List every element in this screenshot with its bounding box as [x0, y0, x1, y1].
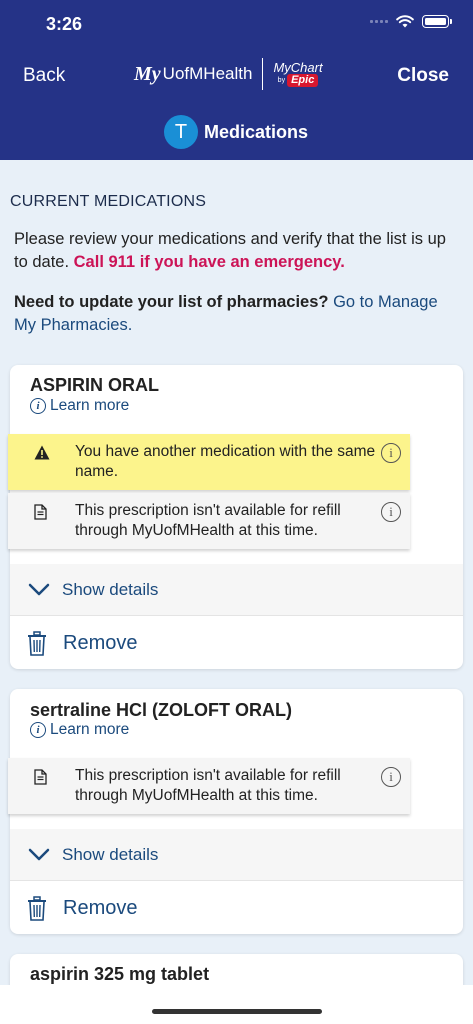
learn-more-link[interactable]: i Learn more: [30, 397, 129, 415]
refill-note: This prescription isn't available for re…: [8, 758, 410, 814]
note-text: This prescription isn't available for re…: [75, 502, 341, 539]
brand-my: My: [134, 62, 161, 85]
brand-name: UofMHealth: [162, 64, 253, 83]
medication-card: ASPIRIN ORAL i Learn more You have anoth…: [8, 365, 463, 669]
medication-name: ASPIRIN ORAL: [30, 375, 160, 395]
pharmacy-question: Need to update your list of pharmacies?: [14, 293, 329, 311]
remove-button[interactable]: Remove: [10, 882, 463, 934]
mychart-label: MyChart: [273, 60, 323, 75]
learn-more-link[interactable]: i Learn more: [30, 721, 129, 739]
remove-label: Remove: [63, 896, 138, 919]
page-title-group[interactable]: T Medications: [164, 115, 308, 149]
show-details-label: Show details: [62, 579, 159, 599]
mychart-logo: MyChart by Epic: [273, 60, 323, 87]
cellular-signal-icon: [370, 20, 388, 23]
duplicate-warning: You have another medication with the sam…: [8, 434, 410, 490]
emergency-text: Call 911 if you have an emergency.: [73, 253, 345, 271]
brand-divider: [262, 58, 264, 90]
note-text: This prescription isn't available for re…: [75, 767, 341, 804]
app-header: 3:26 Back My UofMHealth MyChart by Epic …: [0, 0, 473, 160]
avatar[interactable]: T: [164, 115, 198, 149]
bottom-area: [0, 985, 473, 1024]
info-circle-icon[interactable]: i: [381, 502, 401, 522]
refill-note: This prescription isn't available for re…: [8, 493, 410, 549]
mychart-by: by: [277, 77, 286, 84]
medication-card: sertraline HCl (ZOLOFT ORAL) i Learn mor…: [8, 689, 463, 934]
page-title: Medications: [204, 121, 309, 142]
epic-logo: Epic: [287, 74, 319, 87]
learn-more-label: Learn more: [50, 397, 130, 414]
document-icon: [34, 769, 47, 785]
remove-label: Remove: [63, 631, 138, 654]
intro-text: Please review your medications and verif…: [14, 228, 464, 274]
medication-name: aspirin 325 mg tablet: [30, 964, 210, 984]
medication-name: sertraline HCl (ZOLOFT ORAL): [30, 700, 293, 720]
home-indicator[interactable]: [152, 1009, 322, 1014]
section-title: CURRENT MEDICATIONS: [10, 193, 207, 210]
learn-more-label: Learn more: [50, 721, 130, 738]
show-details-button[interactable]: Show details: [10, 829, 463, 881]
info-circle-icon[interactable]: i: [381, 443, 401, 463]
trash-icon: [28, 630, 46, 656]
warning-text: You have another medication with the sam…: [75, 443, 376, 480]
back-button[interactable]: Back: [23, 65, 65, 87]
wifi-icon: [396, 15, 414, 28]
brand-logo: My UofMHealth MyChart by Epic: [134, 58, 323, 90]
status-time: 3:26: [46, 14, 83, 34]
battery-icon: [422, 15, 452, 28]
warning-icon: [34, 445, 50, 460]
remove-button[interactable]: Remove: [10, 617, 463, 669]
chevron-down-icon: [28, 583, 50, 595]
pharmacy-prompt: Need to update your list of pharmacies? …: [14, 291, 464, 337]
show-details-button[interactable]: Show details: [10, 564, 463, 616]
info-icon: i: [30, 398, 46, 414]
chevron-down-icon: [28, 848, 50, 860]
info-circle-icon[interactable]: i: [381, 767, 401, 787]
info-icon: i: [30, 722, 46, 738]
status-icons: [370, 15, 452, 28]
document-icon: [34, 504, 47, 520]
close-button[interactable]: Close: [397, 65, 449, 87]
show-details-label: Show details: [62, 844, 159, 864]
trash-icon: [28, 895, 46, 921]
